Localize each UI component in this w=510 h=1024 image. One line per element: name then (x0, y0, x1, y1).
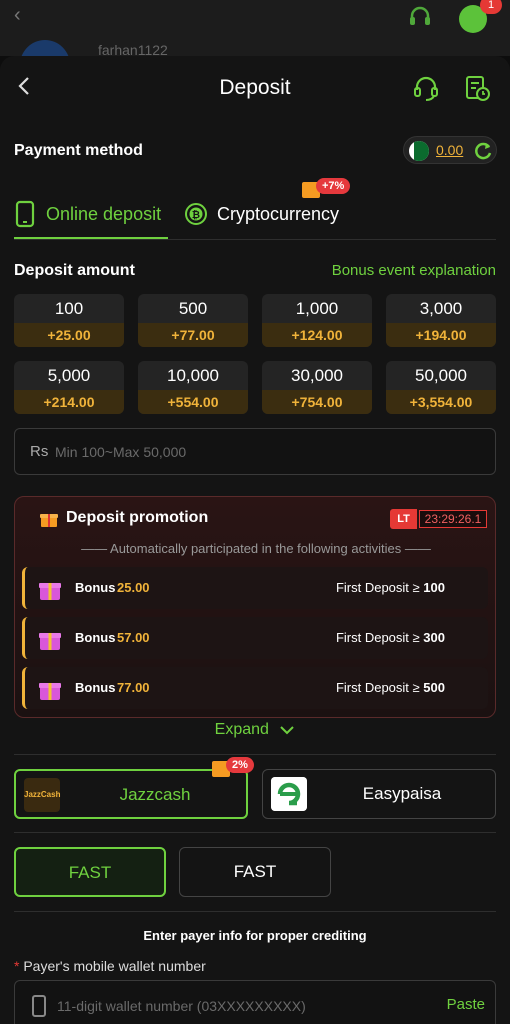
deposit-history-icon[interactable] (463, 74, 491, 102)
gift-icon (39, 633, 61, 650)
bonus-condition: First Deposit ≥ 300 (335, 630, 445, 645)
amount-value: 3,000 (419, 299, 463, 318)
bitcoin-icon: ₿ (185, 203, 207, 225)
channel-fast-1[interactable]: FAST (14, 847, 166, 897)
amount-option[interactable]: 500 +77.00 (138, 294, 248, 347)
expand-label: Expand (214, 721, 269, 738)
divider (14, 832, 496, 833)
method-easypaisa[interactable]: Easypaisa (262, 769, 496, 819)
bonus-condition: First Deposit ≥ 100 (335, 580, 445, 595)
amount-bonus: +554.00 (138, 390, 248, 414)
svg-text:₿: ₿ (192, 209, 200, 221)
promotion-row: Bonus 25.00 First Deposit ≥ 100 (22, 567, 488, 609)
payment-method-label: Payment method (14, 142, 143, 159)
amount-bonus: +3,554.00 (386, 390, 496, 414)
deposit-type-tabs: Online deposit ₿ Cryptocurrency +7% (0, 178, 510, 240)
back-icon[interactable]: ‹ (14, 4, 21, 27)
bonus-label: Bonus (75, 680, 116, 695)
amount-option[interactable]: 10,000 +554.00 (138, 361, 248, 414)
bonus-condition: First Deposit ≥ 500 (335, 680, 445, 695)
deposit-amount-label: Deposit amount (14, 262, 135, 279)
promotion-title: Deposit promotion (66, 509, 209, 526)
bonus-amount: 57.00 (117, 630, 150, 645)
divider (14, 239, 496, 240)
tab-label: Online deposit (46, 204, 162, 224)
badge-text: 2% (226, 757, 254, 773)
amount-input[interactable] (55, 441, 475, 463)
promotion-row: Bonus 57.00 First Deposit ≥ 300 (22, 617, 488, 659)
amount-value: 5,000 (47, 366, 91, 385)
amount-value: 500 (178, 299, 208, 318)
balance-value[interactable]: 0.00 (436, 142, 463, 158)
promo-badge: +7% (302, 178, 354, 200)
tab-online-deposit[interactable]: Online deposit (14, 190, 168, 240)
balance-pill: 0.00 (403, 136, 497, 164)
headset-icon[interactable] (407, 4, 433, 30)
header: Deposit (0, 56, 510, 120)
deposit-sheet: Deposit Payment method 0.00 Online depos… (0, 56, 510, 1024)
countdown: 23:29:26.1 (419, 510, 487, 528)
pakistan-flag-icon (409, 141, 429, 161)
easypaisa-logo (271, 777, 307, 811)
phone-icon (32, 995, 46, 1017)
paste-button[interactable]: Paste (435, 996, 485, 1013)
amount-bonus: +25.00 (14, 323, 124, 347)
bonus-amount: 25.00 (117, 580, 150, 595)
tab-label: Cryptocurrency (217, 204, 340, 224)
amount-input-box: Rs (14, 428, 496, 475)
divider (14, 911, 496, 912)
jazzcash-logo: JazzCash (24, 778, 60, 812)
channel-fast-2[interactable]: FAST (179, 847, 331, 897)
mobile-wallet-input[interactable] (57, 996, 417, 1016)
bonus-amount: 77.00 (117, 680, 150, 695)
gift-icon (40, 514, 58, 527)
lt-tag: LT (390, 509, 417, 529)
divider (14, 754, 496, 755)
amount-bonus: +77.00 (138, 323, 248, 347)
amount-option[interactable]: 5,000 +214.00 (14, 361, 124, 414)
amount-bonus: +754.00 (262, 390, 372, 414)
amount-option[interactable]: 50,000 +3,554.00 (386, 361, 496, 414)
tab-cryptocurrency[interactable]: ₿ Cryptocurrency +7% (184, 178, 354, 240)
bonus-label: Bonus (75, 580, 116, 595)
currency-label: Rs (30, 443, 49, 460)
method-jazzcash[interactable]: JazzCash Jazzcash 2% (14, 757, 254, 819)
amount-value: 10,000 (167, 366, 219, 385)
method-label: Jazzcash (119, 785, 191, 804)
refresh-icon[interactable] (472, 140, 494, 162)
chevron-down-icon (280, 726, 295, 735)
amount-value: 100 (54, 299, 84, 318)
required-mark: * (14, 958, 20, 974)
mobile-wallet-box: Paste (14, 980, 496, 1024)
payer-info-heading: Enter payer info for proper crediting (143, 928, 367, 943)
promotion-row: Bonus 77.00 First Deposit ≥ 500 (22, 667, 488, 709)
method-label: Easypaisa (362, 784, 442, 803)
badge-text: +7% (316, 178, 351, 194)
bonus-event-link[interactable]: Bonus event explanation (300, 262, 496, 279)
deposit-promotion-panel: Deposit promotion LT 23:29:26.1 —— Autom… (14, 496, 496, 718)
amount-value: 30,000 (291, 366, 343, 385)
amount-option[interactable]: 30,000 +754.00 (262, 361, 372, 414)
amount-value: 1,000 (295, 299, 339, 318)
amount-option[interactable]: 100 +25.00 (14, 294, 124, 347)
amount-bonus: +214.00 (14, 390, 124, 414)
expand-button[interactable]: Expand (0, 721, 510, 739)
amount-option[interactable]: 1,000 +124.00 (262, 294, 372, 347)
promotion-subtitle: —— Automatically participated in the fol… (81, 541, 431, 556)
bonus-label: Bonus (75, 630, 116, 645)
background-app-bar: ‹ 1 farhan1122 (0, 0, 510, 90)
phone-icon (15, 200, 35, 228)
amount-value: 50,000 (415, 366, 467, 385)
mobile-wallet-label: * Payer's mobile wallet number (14, 958, 206, 974)
gift-icon (39, 683, 61, 700)
amount-bonus: +124.00 (262, 323, 372, 347)
support-headset-icon[interactable] (412, 74, 440, 102)
chat-badge: 1 (480, 0, 502, 14)
gift-icon (39, 583, 61, 600)
amount-bonus: +194.00 (386, 323, 496, 347)
amount-option[interactable]: 3,000 +194.00 (386, 294, 496, 347)
